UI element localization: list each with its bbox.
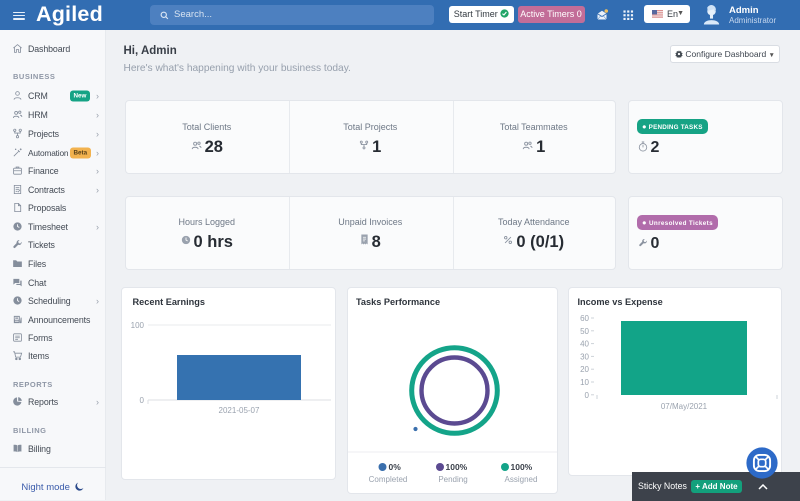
svg-text:2021-05-07: 2021-05-07	[219, 406, 260, 415]
svg-text:60: 60	[580, 314, 589, 323]
svg-text:Assigned: Assigned	[505, 475, 538, 484]
svg-text:Pending: Pending	[438, 475, 467, 484]
svg-text:10: 10	[580, 378, 589, 387]
svg-text:50: 50	[580, 327, 589, 336]
svg-text:100%: 100%	[511, 462, 533, 472]
svg-text:07/May/2021: 07/May/2021	[661, 402, 708, 411]
svg-text:0: 0	[140, 396, 145, 405]
svg-text:0: 0	[585, 391, 590, 400]
svg-text:100: 100	[131, 321, 145, 330]
svg-text:0%: 0%	[389, 462, 402, 472]
svg-text:100%: 100%	[446, 462, 468, 472]
svg-text:20: 20	[580, 365, 589, 374]
svg-text:Completed: Completed	[369, 475, 408, 484]
svg-text:30: 30	[580, 352, 589, 361]
svg-text:40: 40	[580, 340, 589, 349]
